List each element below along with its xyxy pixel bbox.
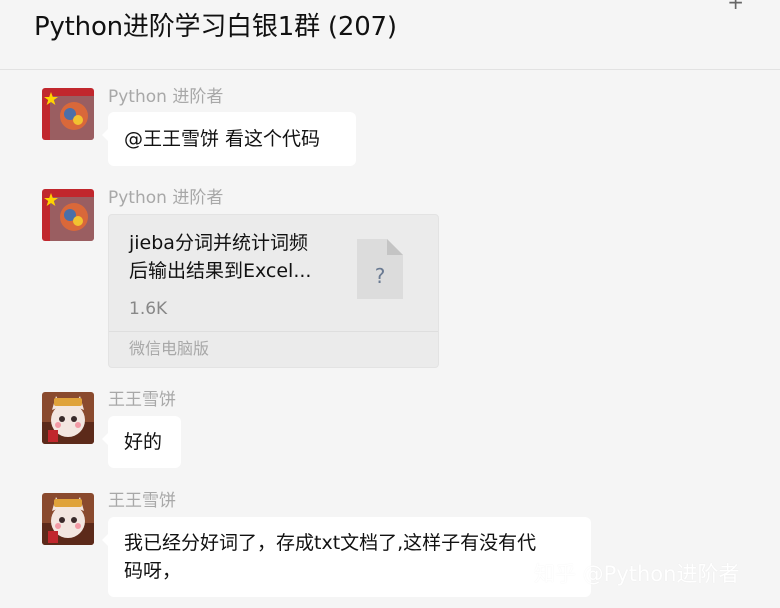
- sender-name: Python 进阶者: [108, 188, 224, 208]
- more-icon[interactable]: +: [727, 0, 744, 14]
- message-bubble[interactable]: 好的: [102, 416, 181, 468]
- message-text: 码呀，: [124, 560, 182, 582]
- avatar[interactable]: [42, 493, 94, 545]
- avatar-python-icon: [42, 189, 94, 241]
- avatar-python-icon: [42, 88, 94, 140]
- unknown-file-icon: ?: [357, 239, 403, 299]
- message-text: @王王雪饼 看这个代码: [124, 128, 321, 150]
- file-size: 1.6K: [129, 299, 168, 319]
- svg-text:?: ?: [375, 264, 386, 288]
- message-bubble[interactable]: @王王雪饼 看这个代码: [102, 112, 356, 166]
- chat-header: Python进阶学习白银1群 (207) +: [0, 0, 780, 70]
- message-bubble[interactable]: 我已经分好词了，存成txt文档了,这样子有没有代 码呀，: [102, 517, 591, 597]
- file-source-label: 微信电脑版: [109, 331, 438, 367]
- chat-title: Python进阶学习白银1群 (207): [34, 12, 397, 42]
- avatar[interactable]: [42, 88, 94, 140]
- avatar-cat-icon: [42, 493, 94, 545]
- message-text: 我已经分好词了，存成txt文档了,这样子有没有代: [124, 532, 537, 554]
- avatar-cat-icon: [42, 392, 94, 444]
- sender-name: Python 进阶者: [108, 87, 224, 107]
- file-name: jieba分词并统计词频 后输出结果到Excel...: [129, 232, 312, 282]
- sender-name: 王王雪饼: [108, 390, 176, 410]
- avatar[interactable]: [42, 189, 94, 241]
- watermark: 知乎 @Python进阶者: [534, 562, 740, 586]
- message-text: 好的: [124, 431, 163, 453]
- file-attachment[interactable]: jieba分词并统计词频 后输出结果到Excel... 1.6K ? 微信电脑版: [108, 214, 439, 368]
- sender-name: 王王雪饼: [108, 491, 176, 511]
- avatar[interactable]: [42, 392, 94, 444]
